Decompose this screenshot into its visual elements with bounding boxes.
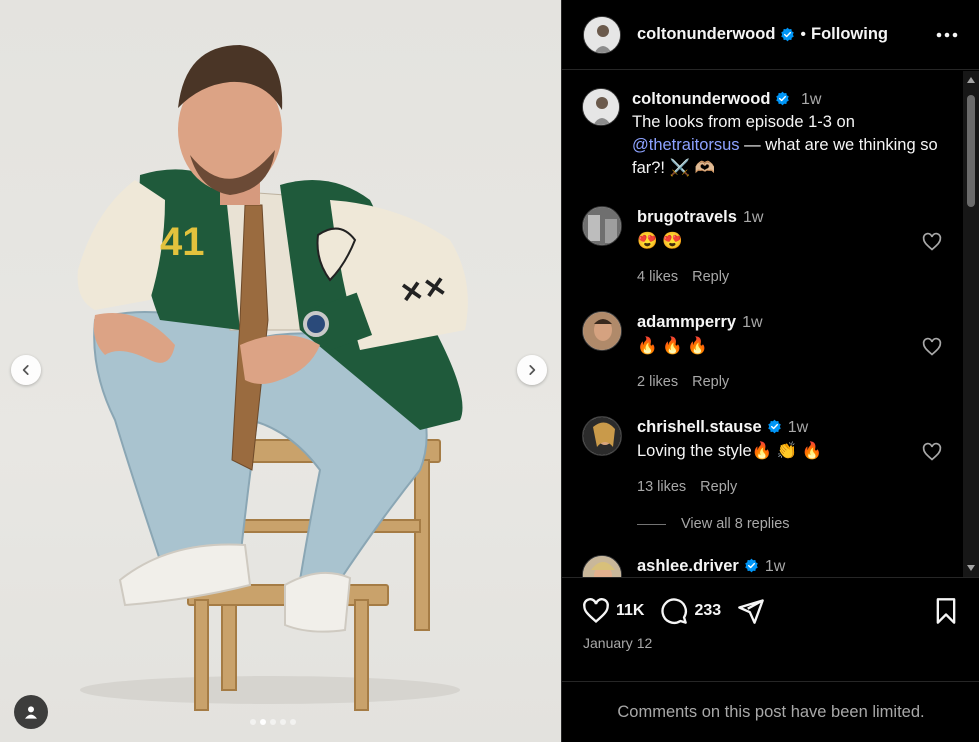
chevron-left-icon — [22, 365, 29, 375]
comment-username[interactable]: adammperry — [637, 313, 736, 331]
heart-icon[interactable] — [922, 442, 942, 462]
post-photo: 41 ✕✕ — [77, 45, 468, 711]
svg-text:41: 41 — [160, 220, 205, 264]
comment-item: chrishell.stause 1w Loving the style🔥 👏 🔥… — [582, 416, 944, 495]
post-media[interactable]: 41 ✕✕ — [0, 0, 561, 742]
author-avatar[interactable] — [583, 15, 621, 54]
commenter-avatar[interactable] — [582, 206, 622, 246]
comment-item: brugotravels 1w 😍 😍 4 likes Reply — [582, 206, 944, 285]
comment-time: 1w — [742, 314, 763, 331]
scroll-thumb[interactable] — [967, 95, 975, 207]
more-options-button[interactable] — [936, 24, 958, 46]
scroll-down-arrow[interactable] — [967, 565, 975, 571]
view-replies-label: View all 8 replies — [681, 516, 790, 532]
caption-avatar[interactable] — [582, 88, 620, 126]
carousel-dot — [280, 719, 286, 725]
share-icon[interactable] — [737, 597, 765, 625]
previous-image-button[interactable] — [11, 355, 41, 385]
header-separator: • — [800, 25, 807, 43]
more-icon — [936, 32, 958, 37]
heart-icon[interactable] — [922, 337, 942, 357]
following-button[interactable]: Following — [811, 25, 888, 44]
bookmark-icon[interactable] — [932, 597, 960, 625]
replies-divider — [637, 523, 666, 525]
post-caption: coltonunderwood 1w The looks from episod… — [582, 88, 942, 180]
commenter-avatar[interactable] — [582, 311, 622, 351]
chevron-right-icon — [529, 365, 536, 375]
post-date: January 12 — [583, 635, 653, 651]
author-username[interactable]: coltonunderwood — [637, 25, 775, 44]
comment-icon[interactable] — [660, 597, 688, 625]
comment-item: adammperry 1w 🔥 🔥 🔥 2 likes Reply — [582, 311, 944, 390]
likes-count[interactable]: 11K — [616, 602, 644, 620]
user-tag-icon — [25, 706, 37, 719]
verified-icon — [776, 91, 790, 106]
post-header: coltonunderwood • Following — [562, 0, 979, 70]
carousel-dot — [270, 719, 276, 725]
comment-text: Loving the style🔥 👏 🔥 — [637, 442, 823, 460]
post-actions: 11K 233 January 12 — [562, 577, 979, 681]
reply-button[interactable]: Reply — [692, 269, 729, 285]
reply-button[interactable]: Reply — [700, 479, 737, 495]
caption-mention-link[interactable]: @thetraitorsus — [632, 136, 740, 154]
commenter-avatar[interactable] — [582, 416, 622, 456]
comment-time: 1w — [787, 419, 809, 436]
caption-text: The looks from episode 1-3 on — [632, 113, 855, 131]
comment-username[interactable]: ashlee.driver — [637, 557, 739, 575]
comments-count: 233 — [694, 602, 722, 619]
comment-time: 1w — [764, 558, 786, 575]
comments-list[interactable]: coltonunderwood 1w The looks from episod… — [562, 71, 964, 577]
comment-item: ashlee.driver 1w — [582, 555, 944, 577]
verified-icon — [745, 558, 758, 573]
reply-button[interactable]: Reply — [692, 374, 729, 390]
heart-icon[interactable] — [922, 232, 942, 252]
comment-likes[interactable]: 4 likes — [637, 269, 678, 285]
comment-text: 🔥 🔥 🔥 — [637, 337, 708, 355]
comment-username[interactable]: brugotravels — [637, 208, 737, 226]
caption-username[interactable]: coltonunderwood — [632, 90, 770, 108]
scroll-up-arrow[interactable] — [967, 77, 975, 83]
carousel-dot — [250, 719, 256, 725]
comments-limited-notice: Comments on this post have been limited. — [562, 681, 979, 742]
next-image-button[interactable] — [517, 355, 547, 385]
comment-text: 😍 😍 — [637, 232, 683, 250]
heart-icon[interactable] — [582, 597, 610, 625]
tagged-users-button[interactable] — [14, 695, 48, 729]
carousel-indicator — [250, 719, 296, 725]
comment-username[interactable]: chrishell.stause — [637, 418, 762, 436]
view-replies-button[interactable]: View all 8 replies — [637, 516, 790, 532]
comment-time: 1w — [742, 209, 764, 226]
commenter-avatar[interactable] — [582, 555, 622, 577]
comment-likes[interactable]: 2 likes — [637, 374, 678, 390]
carousel-dot — [290, 719, 296, 725]
carousel-dot-active — [260, 719, 266, 725]
post-details-panel: coltonunderwood • Following coltonunderw… — [561, 0, 979, 742]
caption-time: 1w — [801, 91, 822, 108]
verified-icon — [781, 27, 795, 42]
verified-icon — [767, 419, 781, 434]
comment-likes[interactable]: 13 likes — [637, 479, 686, 495]
comments-scrollbar[interactable] — [963, 71, 979, 577]
